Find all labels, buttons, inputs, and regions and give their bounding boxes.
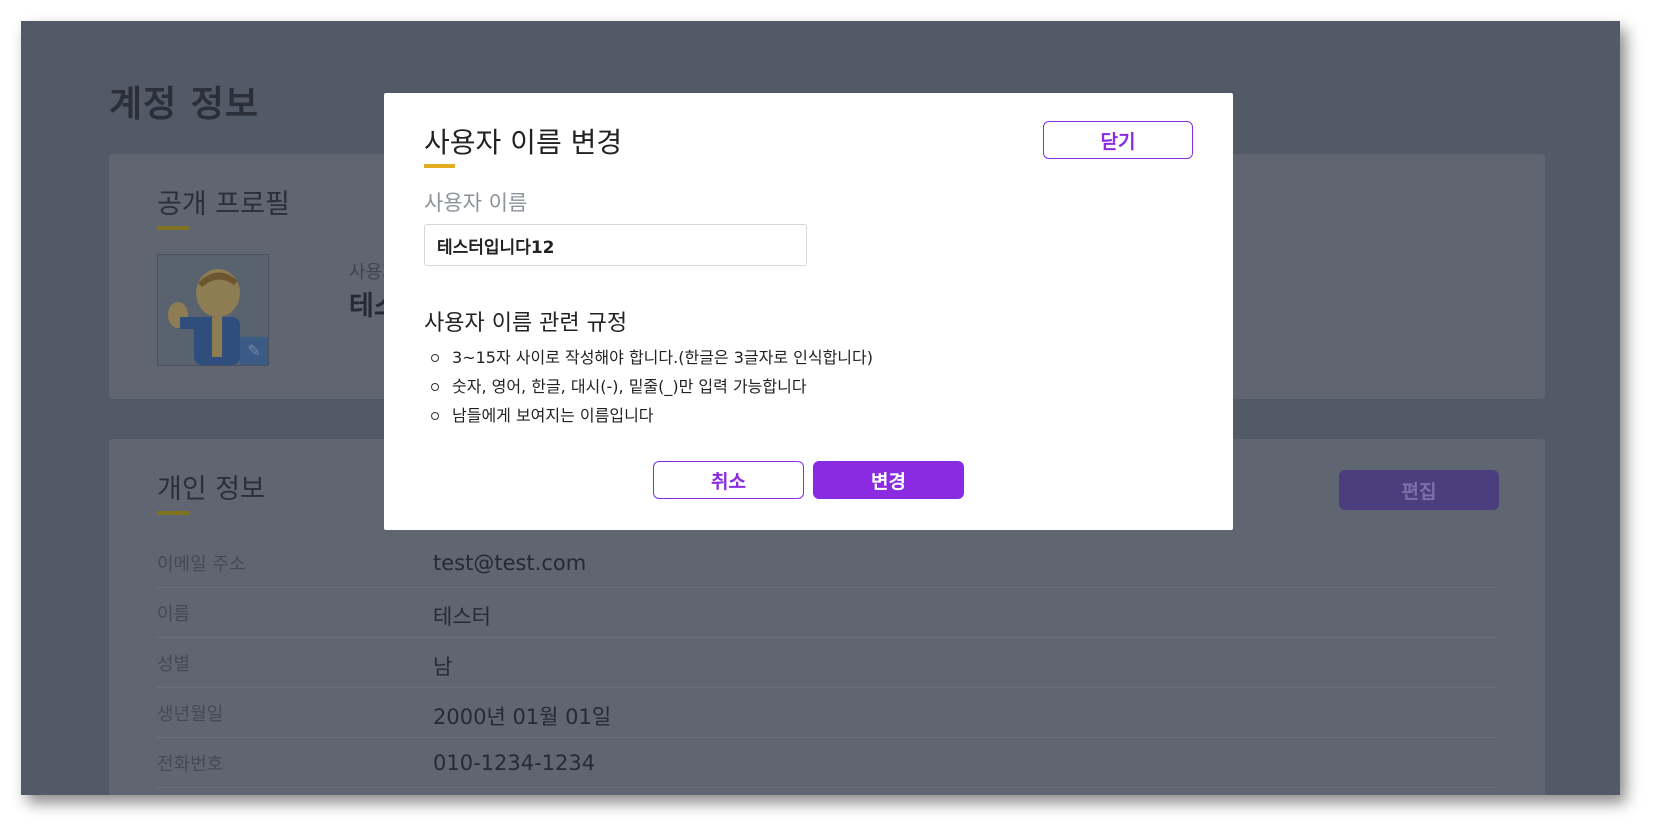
- change-button[interactable]: 변경: [813, 461, 964, 499]
- cancel-button[interactable]: 취소: [653, 461, 804, 499]
- rule-text: 3~15자 사이로 작성해야 합니다.(한글은 3글자로 인식합니다): [452, 348, 873, 367]
- rule-item: 3~15자 사이로 작성해야 합니다.(한글은 3글자로 인식합니다): [424, 343, 873, 372]
- username-field-label: 사용자 이름: [424, 191, 528, 215]
- bullet-icon: [431, 383, 439, 391]
- title-underline: [424, 164, 455, 168]
- close-button[interactable]: 닫기: [1043, 121, 1193, 159]
- rules-list: 3~15자 사이로 작성해야 합니다.(한글은 3글자로 인식합니다) 숫자, …: [424, 343, 873, 430]
- bullet-icon: [431, 412, 439, 420]
- rules-title: 사용자 이름 관련 규정: [424, 311, 628, 336]
- change-username-modal: 사용자 이름 변경 닫기 사용자 이름 사용자 이름 관련 규정 3~15자 사…: [384, 93, 1233, 530]
- bullet-icon: [431, 354, 439, 362]
- rule-text: 남들에게 보여지는 이름입니다: [452, 406, 654, 425]
- modal-title: 사용자 이름 변경: [424, 126, 623, 159]
- rule-item: 남들에게 보여지는 이름입니다: [424, 401, 873, 430]
- username-input[interactable]: [424, 224, 807, 266]
- rule-item: 숫자, 영어, 한글, 대시(-), 밑줄(_)만 입력 가능합니다: [424, 372, 873, 401]
- rule-text: 숫자, 영어, 한글, 대시(-), 밑줄(_)만 입력 가능합니다: [452, 377, 807, 396]
